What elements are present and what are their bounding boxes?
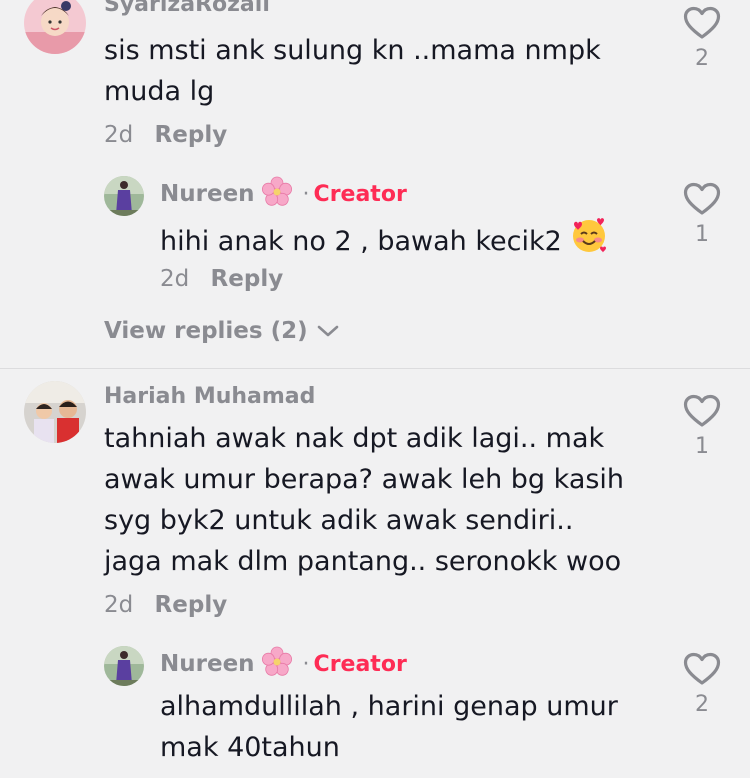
reply-text-content: hihi anak no 2 , bawah kecik2	[160, 225, 562, 257]
comment-meta: 2d Reply	[104, 592, 227, 618]
reply-button[interactable]: Reply	[155, 122, 228, 148]
like-count: 2	[695, 46, 709, 71]
reply-text: alhamdullilah , harini genap umur mak 40…	[160, 691, 618, 763]
comment-username[interactable]: SyarizaRozali	[104, 0, 270, 17]
separator-dot: ·	[302, 651, 310, 677]
reply-text: hihi anak no 2 , bawah kecik2	[160, 216, 608, 266]
comment-time: 2d	[104, 122, 134, 148]
separator-dot: ·	[302, 181, 310, 207]
view-replies-label: View replies (2)	[104, 318, 308, 344]
like-button[interactable]: 1	[680, 182, 724, 247]
heart-outline-icon	[683, 394, 721, 427]
cherry-blossom-emoji	[261, 176, 293, 212]
divider	[0, 368, 750, 369]
view-replies-button[interactable]: View replies (2)	[104, 318, 340, 344]
comment-meta: 2d Reply	[104, 122, 227, 148]
creator-badge: Creator	[313, 181, 407, 207]
avatar[interactable]	[24, 381, 86, 443]
reply-username[interactable]: Nureen	[160, 181, 255, 207]
reply-button[interactable]: Reply	[155, 592, 228, 618]
reply-header: Nureen · Creator	[160, 646, 407, 682]
smiling-face-with-hearts-emoji	[570, 216, 608, 266]
like-button[interactable]: 2	[680, 652, 724, 717]
like-count: 2	[695, 692, 709, 717]
heart-outline-icon	[683, 6, 721, 39]
chevron-down-icon	[317, 325, 338, 337]
reply-time: 2d	[160, 266, 190, 292]
avatar[interactable]	[104, 176, 144, 216]
creator-badge: Creator	[313, 651, 407, 677]
reply-button[interactable]: Reply	[211, 266, 284, 292]
reply-username[interactable]: Nureen	[160, 651, 255, 677]
comment-text: tahniah awak nak dpt adik lagi.. mak awa…	[104, 423, 625, 577]
like-count: 1	[695, 222, 709, 247]
like-button[interactable]: 2	[680, 6, 724, 71]
like-count: 1	[695, 434, 709, 459]
heart-outline-icon	[683, 182, 721, 215]
comment-time: 2d	[104, 592, 134, 618]
like-button[interactable]: 1	[680, 394, 724, 459]
avatar[interactable]	[104, 646, 144, 686]
reply-meta: 2d Reply	[160, 266, 283, 292]
cherry-blossom-emoji	[261, 646, 293, 682]
comment-text: sis msti ank sulung kn ..mama nmpk muda …	[104, 35, 601, 107]
reply-header: Nureen · Creator	[160, 176, 407, 212]
comment-username[interactable]: Hariah Muhamad	[104, 384, 315, 409]
heart-outline-icon	[683, 652, 721, 685]
avatar[interactable]	[24, 0, 86, 54]
